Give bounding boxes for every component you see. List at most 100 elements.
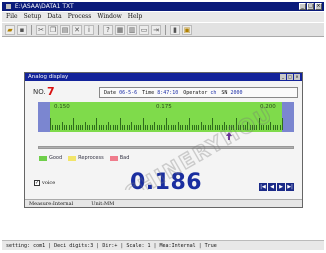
meter-tick	[140, 125, 142, 130]
legend-bad: Bad	[109, 155, 130, 161]
open-folder-icon[interactable]: ▰	[5, 24, 15, 35]
grid-icon[interactable]: ▦	[115, 24, 125, 35]
copy-icon[interactable]: ❐	[48, 24, 58, 35]
meter-tick	[80, 125, 82, 130]
meter-tick	[182, 125, 184, 130]
dialog-titlebar: Analog display _ □ ×	[25, 73, 302, 81]
menu-data[interactable]: Data	[47, 12, 61, 22]
meter-tick	[186, 125, 188, 130]
paste-icon[interactable]: ▤	[60, 24, 70, 35]
meter-tick	[207, 125, 209, 130]
first-record-icon[interactable]: |◀	[259, 183, 267, 191]
sn-value: 2000	[230, 89, 243, 96]
voice-label: voice	[42, 180, 56, 186]
meter-tick	[59, 125, 61, 130]
close-icon[interactable]: ×	[315, 3, 322, 10]
help-icon[interactable]: ?	[103, 24, 113, 35]
meter-tick	[131, 122, 133, 130]
meter-tick	[172, 125, 174, 130]
meter-tick	[251, 125, 253, 130]
sample-number-value: 7	[47, 85, 55, 98]
table-icon[interactable]: ▥	[127, 24, 137, 35]
meter-tick	[66, 125, 68, 130]
menu-window[interactable]: Window	[97, 12, 121, 22]
maximize-icon[interactable]: □	[307, 3, 314, 10]
meter-tick	[152, 125, 154, 130]
meter-tick	[184, 125, 186, 130]
meter-tick	[56, 125, 58, 130]
toolbar: ▰ ▪ ✂ ❐ ▤ ✕ ⅰ ? ▦ ▥ ▭ ⇥ ▮ ▣	[2, 23, 324, 37]
meter-tick	[112, 125, 114, 130]
save-icon[interactable]: ▪	[17, 24, 27, 35]
analog-display-dialog: Analog display _ □ × NO. 7 Date 06-5-6 T…	[24, 72, 303, 208]
close-icon[interactable]: ×	[294, 74, 300, 80]
pointer-icon	[226, 132, 232, 140]
delete-icon[interactable]: ✕	[72, 24, 82, 35]
meter-tick	[145, 125, 147, 130]
reprocess-swatch	[68, 155, 77, 161]
meter-tick	[247, 122, 249, 130]
previous-record-icon[interactable]: ◀	[268, 183, 276, 191]
export-icon[interactable]: ⇥	[151, 24, 161, 35]
minimize-icon[interactable]: _	[299, 3, 306, 10]
meter-tick	[258, 118, 260, 130]
meter-tick	[108, 122, 109, 130]
menu-setup[interactable]: Setup	[24, 12, 42, 22]
chart-icon[interactable]: ▮	[170, 24, 180, 35]
voice-checkbox[interactable]: ✓	[34, 180, 40, 186]
meter-tick	[73, 118, 75, 130]
unit: Unit:MM	[91, 201, 115, 207]
meter-tick	[214, 125, 216, 130]
document-icon[interactable]: ▭	[139, 24, 149, 35]
meter-tick	[224, 122, 225, 130]
meter-tick	[200, 122, 202, 130]
legend: Good Reprocess Bad	[39, 155, 129, 161]
operator-label: Operator	[183, 89, 208, 96]
meter-tick	[203, 125, 205, 130]
menu-help[interactable]: Help	[128, 12, 143, 22]
meter-tick	[68, 125, 70, 130]
next-record-icon[interactable]: ▶	[277, 183, 285, 191]
meter-tick	[230, 125, 232, 130]
meter-tick	[121, 125, 123, 130]
meter-tick	[84, 122, 86, 130]
voice-option[interactable]: ✓ voice	[34, 180, 55, 186]
meter-tick	[63, 125, 65, 130]
meter-tick	[191, 125, 193, 130]
meter-tick	[270, 122, 272, 130]
meter-tick	[75, 125, 77, 130]
meter-tick	[166, 118, 167, 130]
time-value: 8:47:10	[157, 89, 179, 96]
good-swatch	[39, 155, 47, 161]
measurement-info-box: Date 06-5-6 Time 8:47:10 Operator ch SN …	[99, 87, 298, 98]
menu-file[interactable]: File	[6, 12, 18, 22]
sn-label: SN	[221, 89, 228, 96]
meter-tick	[94, 125, 96, 130]
progress-bar	[38, 146, 294, 149]
meter-tick	[205, 125, 207, 130]
meter-tick	[70, 125, 72, 130]
meter-tick	[133, 125, 135, 130]
meter-tick	[240, 125, 242, 130]
app-icon	[6, 4, 11, 9]
report-icon[interactable]: ▣	[182, 24, 192, 35]
scale-label-center: 0.175	[156, 104, 172, 110]
last-record-icon[interactable]: ▶|	[286, 183, 294, 191]
maximize-icon[interactable]: □	[287, 74, 293, 80]
meter-tick	[119, 118, 121, 130]
meter-tick	[210, 125, 212, 130]
meter-tick	[50, 118, 51, 130]
meter-tick	[256, 125, 258, 130]
legend-bad-label: Bad	[119, 155, 130, 161]
legend-good: Good	[39, 155, 62, 161]
meter-tick	[52, 125, 54, 130]
meter-tick	[170, 125, 172, 130]
cut-icon[interactable]: ✂	[36, 24, 46, 35]
minimize-icon[interactable]: _	[280, 74, 286, 80]
meter-tick	[237, 125, 239, 130]
info-icon[interactable]: ⅰ	[84, 24, 94, 35]
legend-reprocess-label: Reprocess	[78, 155, 104, 161]
meter-tick	[179, 125, 181, 130]
menu-process[interactable]: Process	[68, 12, 92, 22]
meter-tick	[233, 125, 235, 130]
